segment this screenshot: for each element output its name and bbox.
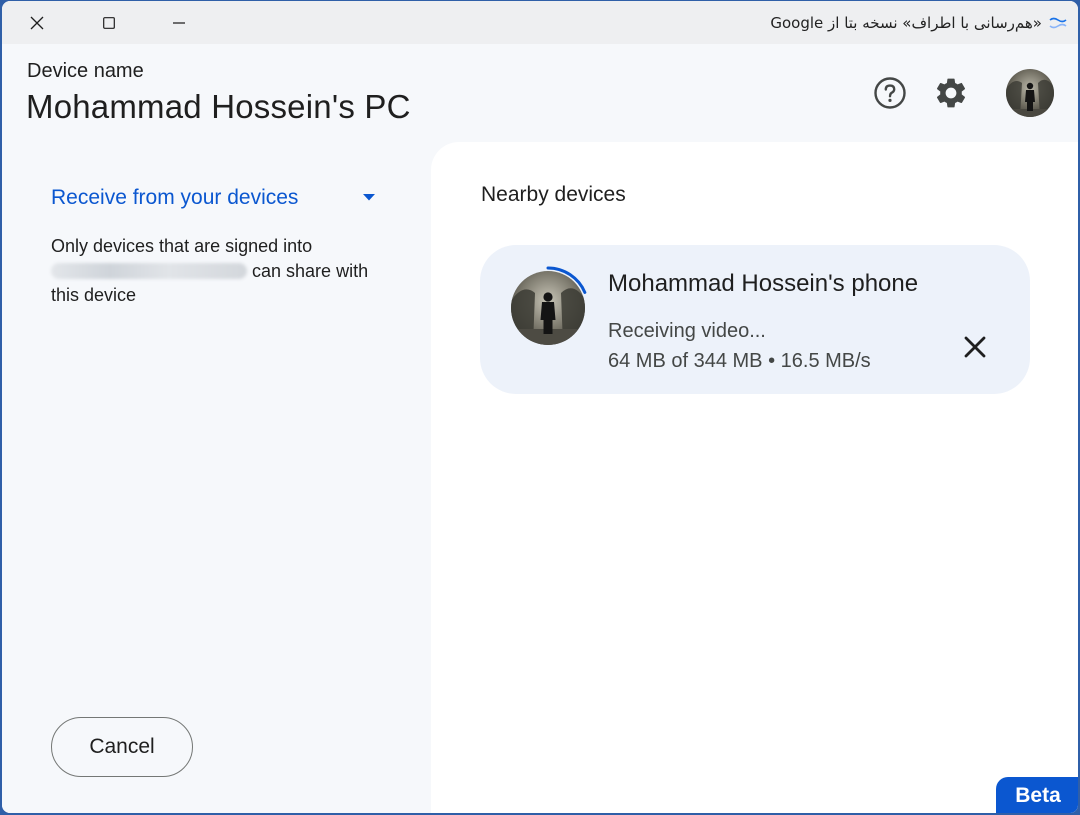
- help-circle-icon: [874, 77, 906, 109]
- nearby-devices-title: Nearby devices: [481, 183, 626, 206]
- receive-mode-dropdown[interactable]: Receive from your devices: [51, 182, 381, 214]
- device-avatar: [511, 271, 585, 345]
- maximize-icon: [103, 16, 115, 29]
- device-avatar-with-progress: [508, 260, 588, 350]
- window-title-text: «هم‌رسانی با اطراف» نسخه بتا از Google: [770, 14, 1042, 32]
- transfer-progress-text: 64 MB of 344 MB • 16.5 MB/s: [608, 350, 871, 372]
- device-name-label: Device name: [27, 60, 144, 82]
- settings-button[interactable]: [933, 75, 969, 111]
- left-pane: Receive from your devices Only devices t…: [2, 142, 431, 813]
- account-avatar[interactable]: [1006, 69, 1054, 117]
- nearby-share-window: «هم‌رسانی با اطراف» نسخه بتا از Google D…: [2, 1, 1078, 813]
- close-icon: [964, 336, 986, 358]
- gear-icon: [936, 78, 966, 108]
- blurred-email: [51, 262, 247, 279]
- visibility-info-text: Only devices that are signed into can sh…: [51, 234, 391, 308]
- sender-device-name: Mohammad Hossein's phone: [608, 270, 919, 297]
- minimize-icon: [173, 21, 185, 24]
- transfer-status: Receiving video...: [608, 320, 766, 342]
- window-minimize-button[interactable]: [156, 1, 202, 44]
- title-bar: «هم‌رسانی با اطراف» نسخه بتا از Google: [2, 1, 1078, 44]
- nearby-share-icon: [1048, 13, 1068, 33]
- window-close-button[interactable]: [14, 1, 60, 44]
- window-maximize-button[interactable]: [86, 1, 132, 44]
- dropdown-arrow-icon: [363, 194, 375, 201]
- header: Device name Mohammad Hossein's PC: [2, 44, 1078, 142]
- device-transfer-card[interactable]: Mohammad Hossein's phone Receiving video…: [480, 245, 1030, 394]
- info-prefix: Only devices that are signed into: [51, 236, 313, 256]
- help-button[interactable]: [872, 75, 908, 111]
- beta-badge: Beta: [996, 777, 1078, 813]
- right-pane: Nearby devices Mohammad Hossein's phone …: [431, 142, 1078, 813]
- cancel-transfer-button[interactable]: [957, 329, 993, 365]
- cancel-button[interactable]: Cancel: [51, 717, 193, 777]
- device-name-value[interactable]: Mohammad Hossein's PC: [26, 88, 411, 126]
- window-title: «هم‌رسانی با اطراف» نسخه بتا از Google: [770, 13, 1068, 33]
- close-icon: [30, 16, 44, 29]
- receive-mode-label: Receive from your devices: [51, 186, 299, 209]
